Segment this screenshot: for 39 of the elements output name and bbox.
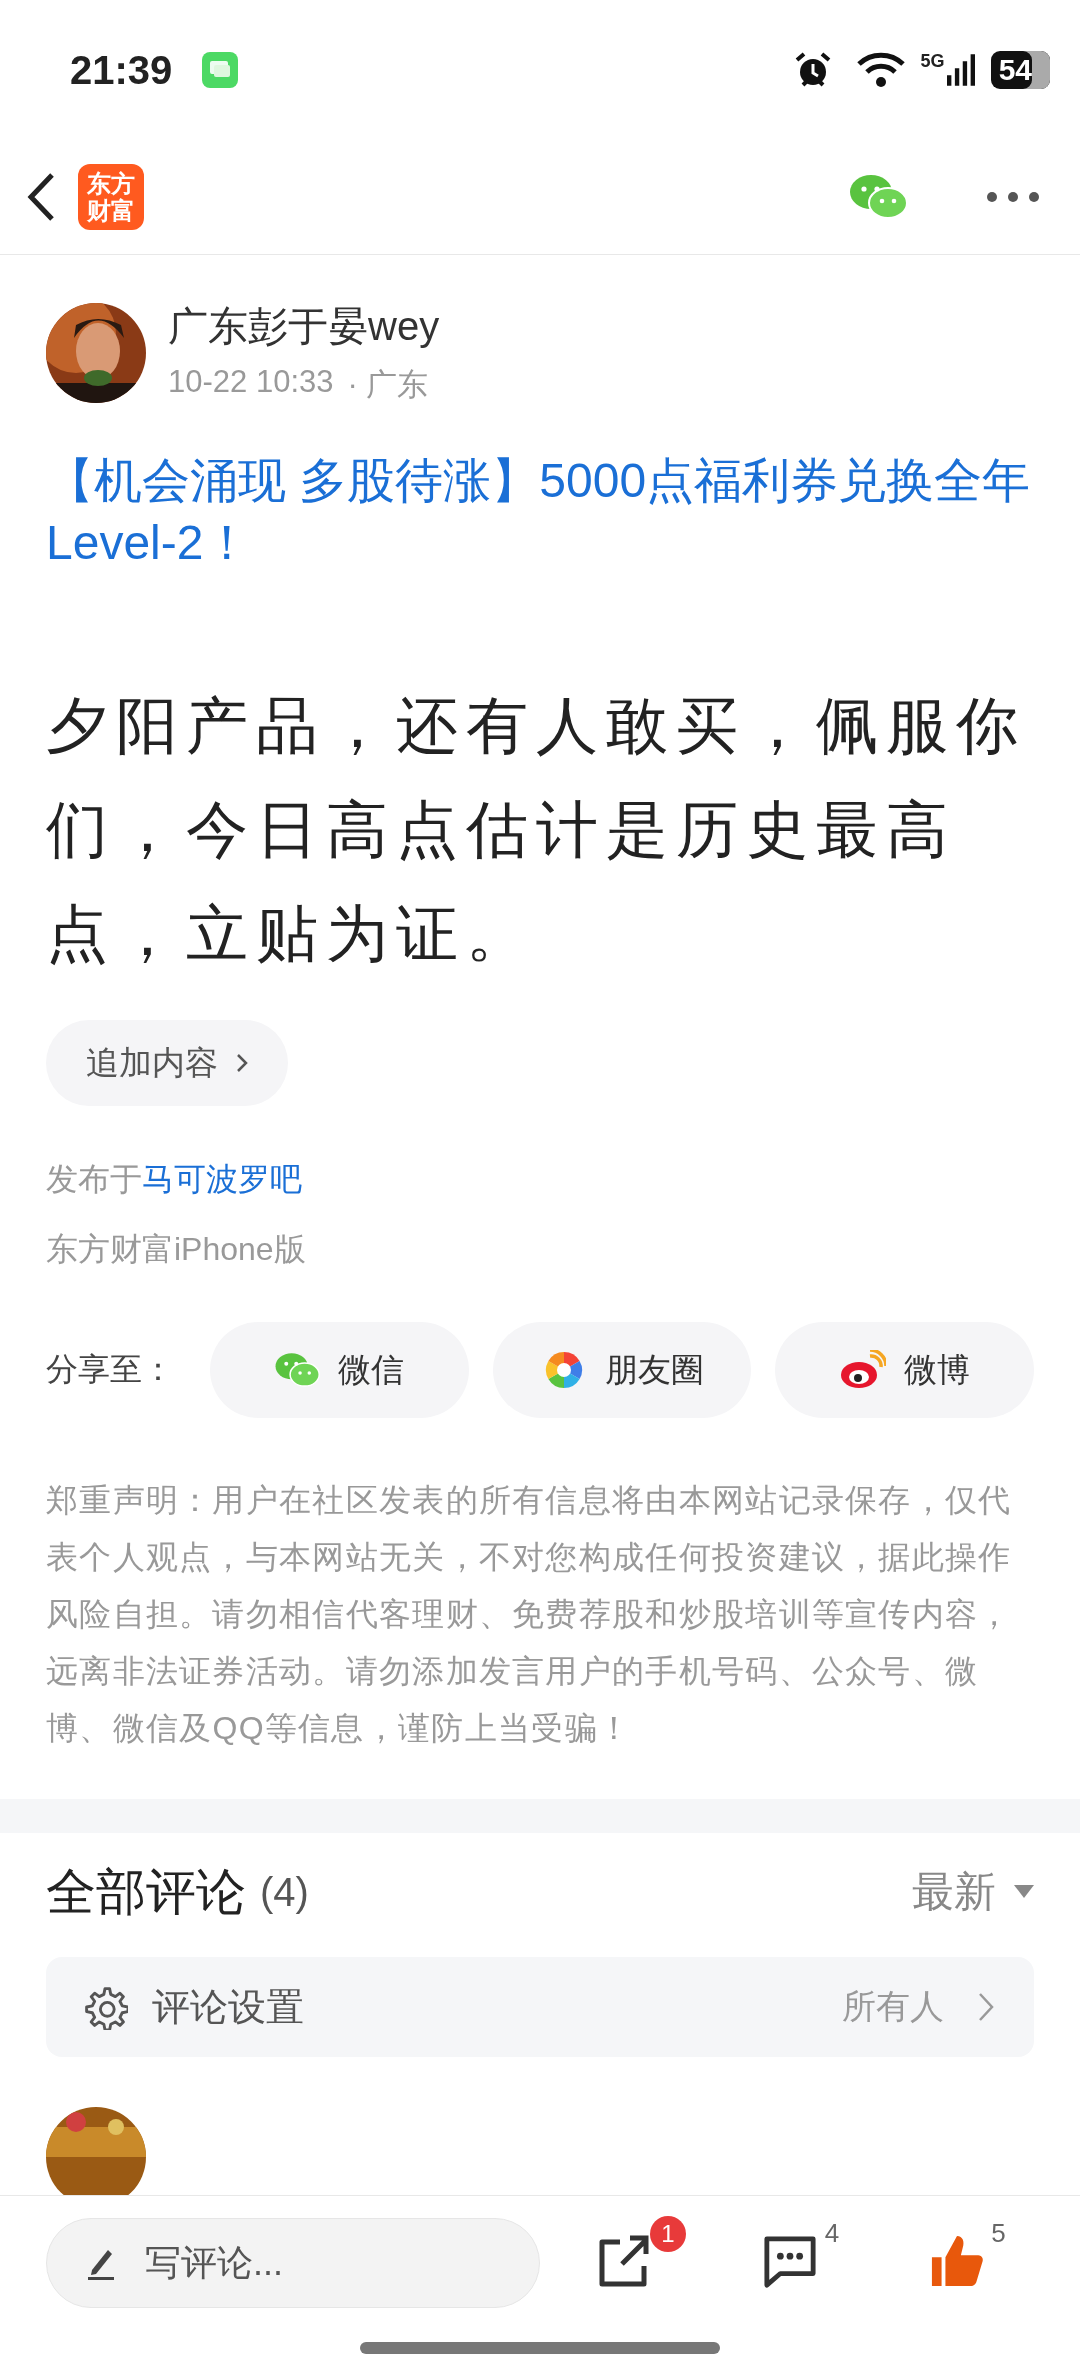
- promo-link[interactable]: 【机会涌现 多股待涨】5000点福利券兑换全年Level-2！: [46, 450, 1040, 574]
- comments-title: 全部评论: [46, 1862, 246, 1922]
- published-in-label: 发布于: [46, 1161, 142, 1197]
- status-time: 21:39: [70, 47, 173, 93]
- share-label: 分享至：: [46, 1350, 175, 1389]
- notification-badge: 1: [650, 2216, 686, 2252]
- post-body: 夕阳产品，还有人敢买，佩服你们，今日高点估计是历史最高点，立贴为证。: [46, 690, 1027, 970]
- more-icon[interactable]: [986, 191, 1040, 203]
- append-content-button[interactable]: 追加内容: [46, 1020, 288, 1106]
- wifi-icon: [856, 52, 905, 88]
- like-count: 5: [991, 2218, 1006, 2249]
- back-icon[interactable]: [26, 172, 56, 222]
- message-app-icon: [202, 52, 239, 88]
- comment-count-label: 4: [824, 2218, 840, 2249]
- battery-level: 54: [990, 51, 1050, 89]
- eye-logo-icon: [839, 1350, 886, 1390]
- settings-icon: [82, 1984, 128, 2030]
- comment-icon[interactable]: [763, 2234, 817, 2288]
- chevron-right-icon: [236, 1053, 248, 1073]
- share-button[interactable]: 微博: [775, 1322, 1034, 1418]
- disclaimer-text: 郑重声明：用户在社区发表的所有信息将由本网站记录保存，仅代表个人观点，与本网站无关，不对您构成任何投资建议，据此操作风险自担。请勿相信代客理财、免费荐股和炒股培训等宣传内容，远离非法证券活动。请勿添加发言用户的手机号码、公众号、微博、微信及QQ等信息，谨防上当受骗！: [46, 1481, 1013, 1748]
- app-logo: 东方 财富: [78, 164, 144, 230]
- post-location: · 广东: [347, 366, 429, 404]
- comment-input[interactable]: 写评论...: [46, 2218, 540, 2308]
- network-type: 5G: [920, 50, 945, 72]
- sort-dropdown[interactable]: 最新: [912, 1864, 1034, 1920]
- signal-icon: [946, 53, 975, 87]
- thumbs-up-icon[interactable]: [929, 2234, 984, 2288]
- share-button[interactable]: 朋友圈: [492, 1322, 752, 1418]
- share-button[interactable]: 微信: [210, 1322, 469, 1418]
- author-name[interactable]: 广东彭于晏wey: [168, 299, 440, 354]
- client-label: 东方财富iPhone版: [46, 1230, 307, 1269]
- comment-count: (4): [260, 1869, 309, 1915]
- dropdown-triangle-icon: [1014, 1885, 1034, 1899]
- comment-settings-row[interactable]: 评论设置 所有人: [46, 1957, 1034, 2057]
- chat-bubbles-icon: [274, 1350, 321, 1390]
- chevron-right-icon: [978, 1992, 994, 2022]
- post-date: 10-22 10:33: [168, 364, 334, 401]
- forum-link[interactable]: 马可波罗吧: [142, 1161, 302, 1197]
